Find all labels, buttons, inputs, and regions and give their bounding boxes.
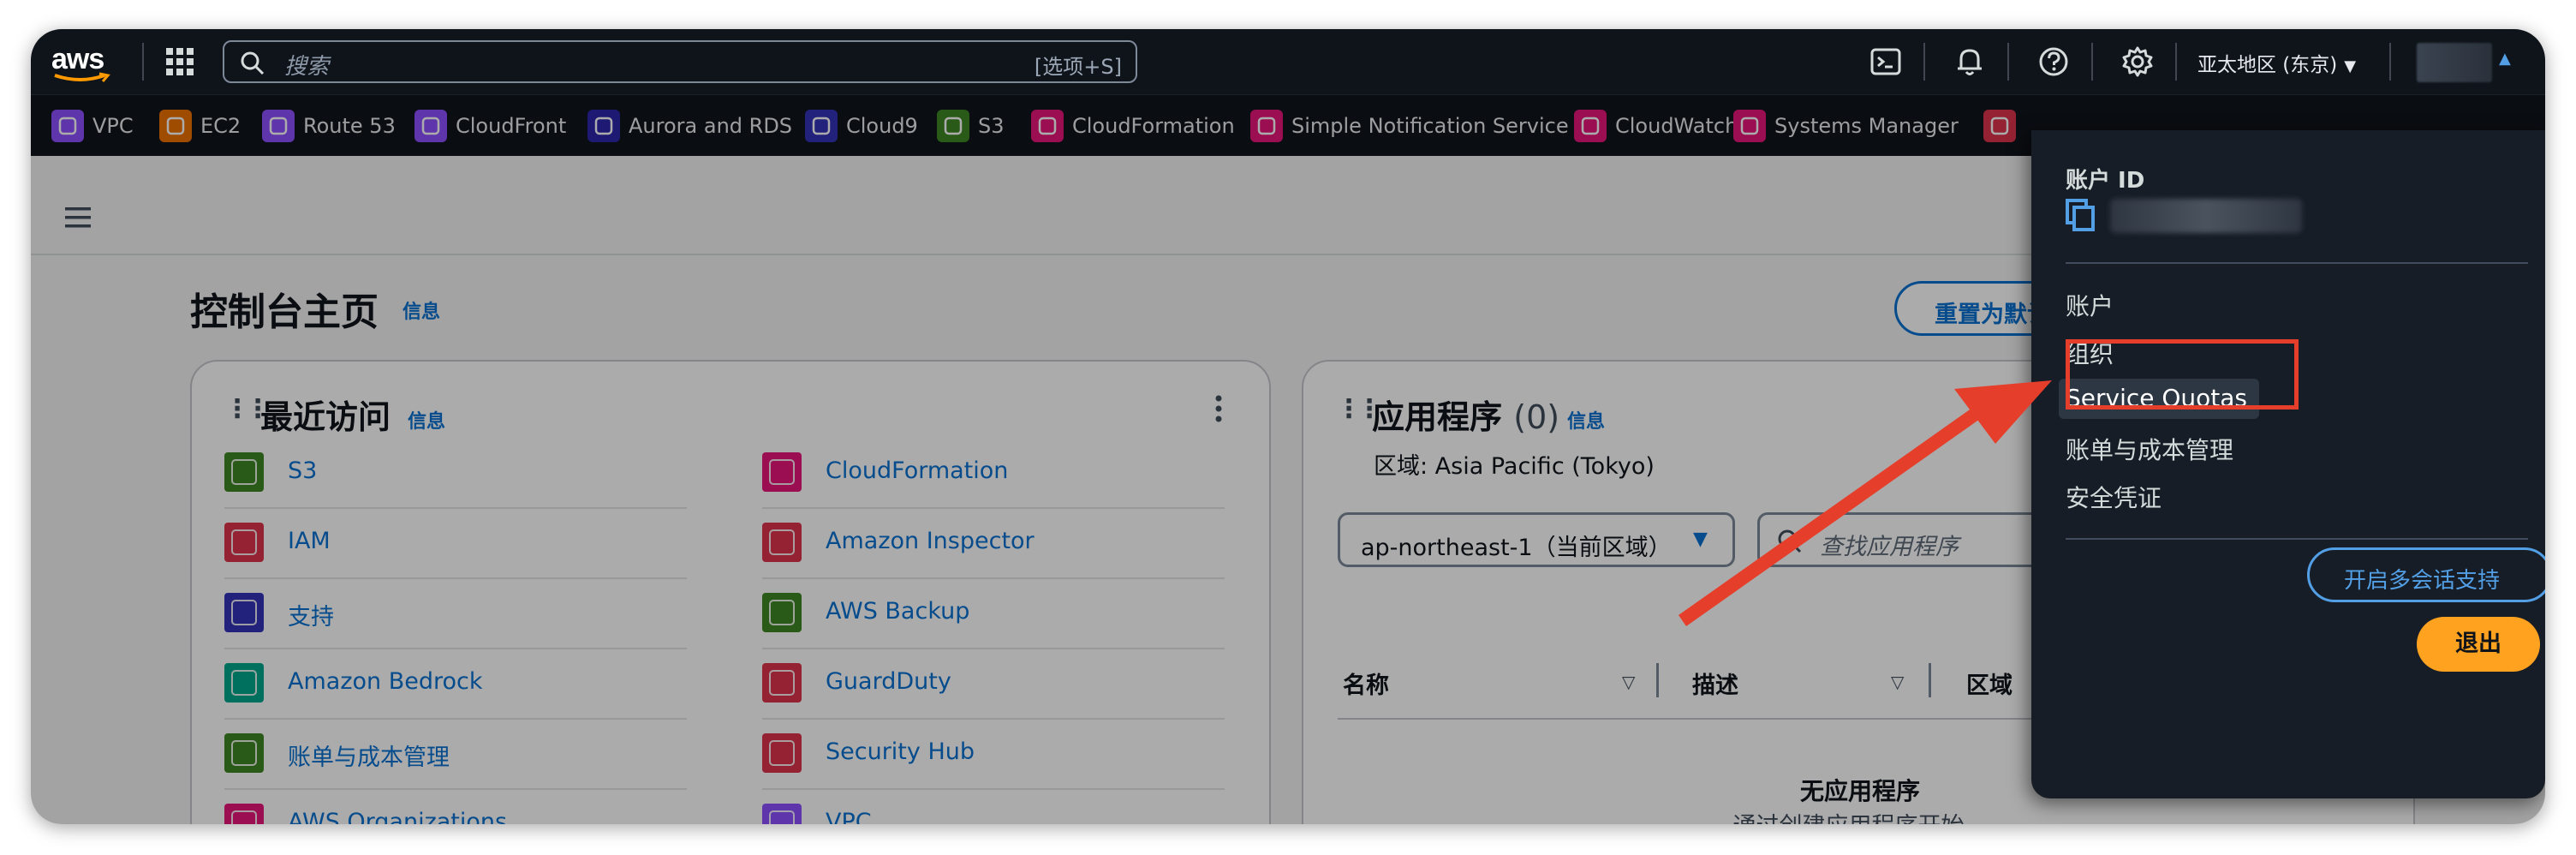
annotation-arrow-icon [1679,380,2052,626]
browser-window: aws 搜索 [选项+S] 亚太地区 (东京) ▼ ▲ VPC EC2 Rout… [31,29,2545,824]
